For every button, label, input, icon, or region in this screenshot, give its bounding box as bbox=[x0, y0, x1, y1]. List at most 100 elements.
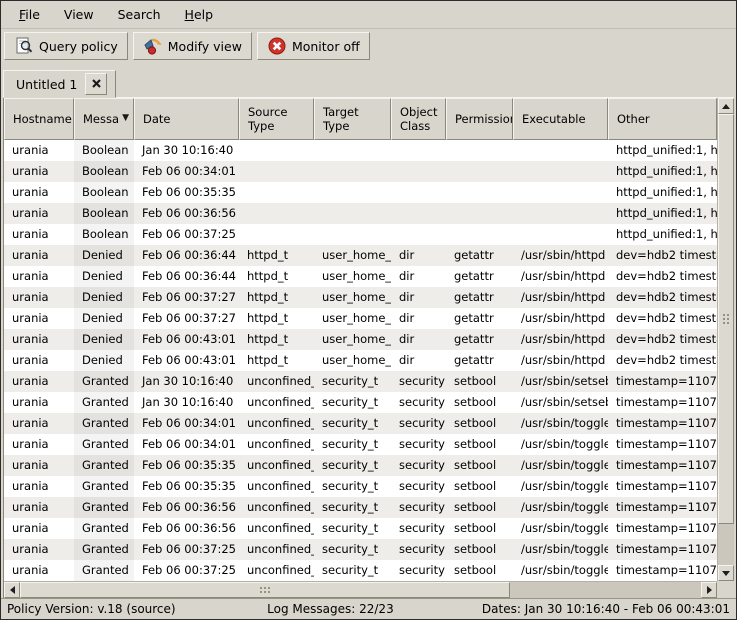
cell-other: dev=hdb2 timestam bbox=[608, 266, 717, 287]
cell-hostname: urania bbox=[4, 539, 74, 560]
monitor-off-button[interactable]: Monitor off bbox=[257, 32, 370, 60]
horizontal-scrollbar[interactable] bbox=[4, 581, 717, 598]
cell-date: Feb 06 00:37:25 bbox=[134, 560, 239, 581]
cell-object-class: dir bbox=[391, 245, 446, 266]
column-header-object-class[interactable]: Object Class bbox=[391, 98, 446, 140]
cell-target-type: user_home_ bbox=[314, 308, 391, 329]
log-table-row[interactable]: uraniaDeniedFeb 06 00:37:27httpd_tuser_h… bbox=[4, 308, 717, 329]
log-table-row[interactable]: uraniaGrantedFeb 06 00:37:25unconfined_s… bbox=[4, 539, 717, 560]
vertical-scrollbar-thumb[interactable] bbox=[718, 114, 734, 524]
cell-other: httpd_unified:1, ht bbox=[608, 161, 717, 182]
log-table-row[interactable]: uraniaBooleanJan 30 10:16:40httpd_unifie… bbox=[4, 140, 717, 161]
log-table-row[interactable]: uraniaGrantedFeb 06 00:34:01unconfined_s… bbox=[4, 434, 717, 455]
menu-bar: FileViewSearchHelp bbox=[1, 1, 736, 29]
cell-object-class: dir bbox=[391, 287, 446, 308]
cell-hostname: urania bbox=[4, 161, 74, 182]
log-table-row[interactable]: uraniaDeniedFeb 06 00:36:44httpd_tuser_h… bbox=[4, 266, 717, 287]
cell-date: Feb 06 00:36:44 bbox=[134, 266, 239, 287]
cell-messa: Granted bbox=[74, 371, 134, 392]
cell-target-type: security_t bbox=[314, 371, 391, 392]
query-policy-button[interactable]: Query policy bbox=[4, 32, 128, 60]
vertical-scrollbar[interactable] bbox=[717, 98, 734, 581]
cell-permission: setbool bbox=[446, 434, 513, 455]
cell-messa: Granted bbox=[74, 455, 134, 476]
column-header-label: Target Type bbox=[323, 105, 386, 134]
log-table-row[interactable]: uraniaBooleanFeb 06 00:36:56httpd_unifie… bbox=[4, 203, 717, 224]
cell-hostname: urania bbox=[4, 224, 74, 245]
log-table-row[interactable]: uraniaGrantedFeb 06 00:37:25unconfined_s… bbox=[4, 560, 717, 581]
log-table-row[interactable]: uraniaBooleanFeb 06 00:35:35httpd_unifie… bbox=[4, 182, 717, 203]
cell-executable bbox=[513, 161, 608, 182]
tab-untitled-1[interactable]: Untitled 1 bbox=[3, 70, 116, 98]
menu-item-view[interactable]: View bbox=[52, 3, 106, 26]
log-table-row[interactable]: uraniaGrantedFeb 06 00:36:56unconfined_s… bbox=[4, 518, 717, 539]
log-table-row[interactable]: uraniaGrantedJan 30 10:16:40unconfined_s… bbox=[4, 392, 717, 413]
column-header-messa[interactable]: Messa▼ bbox=[74, 98, 134, 140]
cell-other: httpd_unified:1, ht bbox=[608, 182, 717, 203]
tab-close-button[interactable] bbox=[85, 73, 107, 95]
cell-target-type: user_home_ bbox=[314, 287, 391, 308]
log-table-row[interactable]: uraniaBooleanFeb 06 00:37:25httpd_unifie… bbox=[4, 224, 717, 245]
scroll-up-button[interactable] bbox=[718, 98, 734, 114]
vertical-scrollbar-trough[interactable] bbox=[718, 114, 734, 565]
cell-hostname: urania bbox=[4, 518, 74, 539]
column-header-label: Object Class bbox=[400, 105, 441, 134]
cell-messa: Granted bbox=[74, 497, 134, 518]
grip-icon bbox=[723, 314, 725, 316]
cell-hostname: urania bbox=[4, 434, 74, 455]
sort-descending-icon: ▼ bbox=[122, 113, 129, 124]
column-header-date[interactable]: Date bbox=[134, 98, 239, 140]
log-table-row[interactable]: uraniaGrantedFeb 06 00:35:35unconfined_s… bbox=[4, 476, 717, 497]
scroll-left-button[interactable] bbox=[4, 582, 20, 598]
menu-item-search[interactable]: Search bbox=[106, 3, 173, 26]
log-table-row[interactable]: uraniaDeniedFeb 06 00:36:44httpd_tuser_h… bbox=[4, 245, 717, 266]
cell-messa: Granted bbox=[74, 413, 134, 434]
scroll-right-button[interactable] bbox=[701, 582, 717, 598]
cell-target-type: security_t bbox=[314, 497, 391, 518]
log-table-row[interactable]: uraniaGrantedJan 30 10:16:40unconfined_s… bbox=[4, 371, 717, 392]
log-table-row[interactable]: uraniaDeniedFeb 06 00:43:01httpd_tuser_h… bbox=[4, 329, 717, 350]
column-header-hostname[interactable]: Hostname bbox=[4, 98, 74, 140]
tab-strip: Untitled 1 bbox=[1, 63, 736, 97]
column-header-target-type[interactable]: Target Type bbox=[314, 98, 391, 140]
cell-other: timestamp=11076 bbox=[608, 455, 717, 476]
cell-executable: /usr/sbin/httpd bbox=[513, 266, 608, 287]
log-table-row[interactable]: uraniaDeniedFeb 06 00:37:27httpd_tuser_h… bbox=[4, 287, 717, 308]
log-table-row[interactable]: uraniaDeniedFeb 06 00:43:01httpd_tuser_h… bbox=[4, 350, 717, 371]
cell-hostname: urania bbox=[4, 287, 74, 308]
cell-executable bbox=[513, 140, 608, 161]
cell-date: Feb 06 00:34:01 bbox=[134, 413, 239, 434]
log-table-row[interactable]: uraniaGrantedFeb 06 00:36:56unconfined_s… bbox=[4, 497, 717, 518]
cell-other: timestamp=11076 bbox=[608, 497, 717, 518]
log-table-row[interactable]: uraniaBooleanFeb 06 00:34:01httpd_unifie… bbox=[4, 161, 717, 182]
cell-permission: setbool bbox=[446, 476, 513, 497]
cell-date: Jan 30 10:16:40 bbox=[134, 392, 239, 413]
cell-permission: setbool bbox=[446, 413, 513, 434]
monitor-off-icon bbox=[267, 36, 287, 56]
menu-item-file[interactable]: File bbox=[7, 3, 52, 26]
menu-item-help[interactable]: Help bbox=[173, 3, 226, 26]
scroll-down-button[interactable] bbox=[718, 565, 734, 581]
cell-source-type: unconfined_ bbox=[239, 434, 314, 455]
cell-messa: Denied bbox=[74, 308, 134, 329]
cell-messa: Boolean bbox=[74, 203, 134, 224]
cell-hostname: urania bbox=[4, 476, 74, 497]
column-header-permission[interactable]: Permission bbox=[446, 98, 513, 140]
cell-executable: /usr/sbin/toggle bbox=[513, 455, 608, 476]
log-table-row[interactable]: uraniaGrantedFeb 06 00:34:01unconfined_s… bbox=[4, 413, 717, 434]
cell-other: timestamp=11076 bbox=[608, 413, 717, 434]
cell-target-type: security_t bbox=[314, 434, 391, 455]
cell-other: timestamp=11071 bbox=[608, 392, 717, 413]
column-header-label: Permission bbox=[455, 112, 513, 126]
log-messages-status: Log Messages: 22/23 bbox=[235, 602, 425, 616]
modify-view-button[interactable]: Modify view bbox=[133, 32, 252, 60]
cell-source-type: httpd_t bbox=[239, 308, 314, 329]
log-table-row[interactable]: uraniaGrantedFeb 06 00:35:35unconfined_s… bbox=[4, 455, 717, 476]
column-header-executable[interactable]: Executable bbox=[513, 98, 608, 140]
column-header-other[interactable]: Other bbox=[608, 98, 717, 140]
cell-other: dev=hdb2 timestam bbox=[608, 350, 717, 371]
column-header-source-type[interactable]: Source Type bbox=[239, 98, 314, 140]
policy-version-status: Policy Version: v.18 (source) bbox=[7, 602, 235, 616]
horizontal-scrollbar-thumb[interactable] bbox=[20, 582, 510, 598]
horizontal-scrollbar-trough[interactable] bbox=[20, 582, 701, 598]
